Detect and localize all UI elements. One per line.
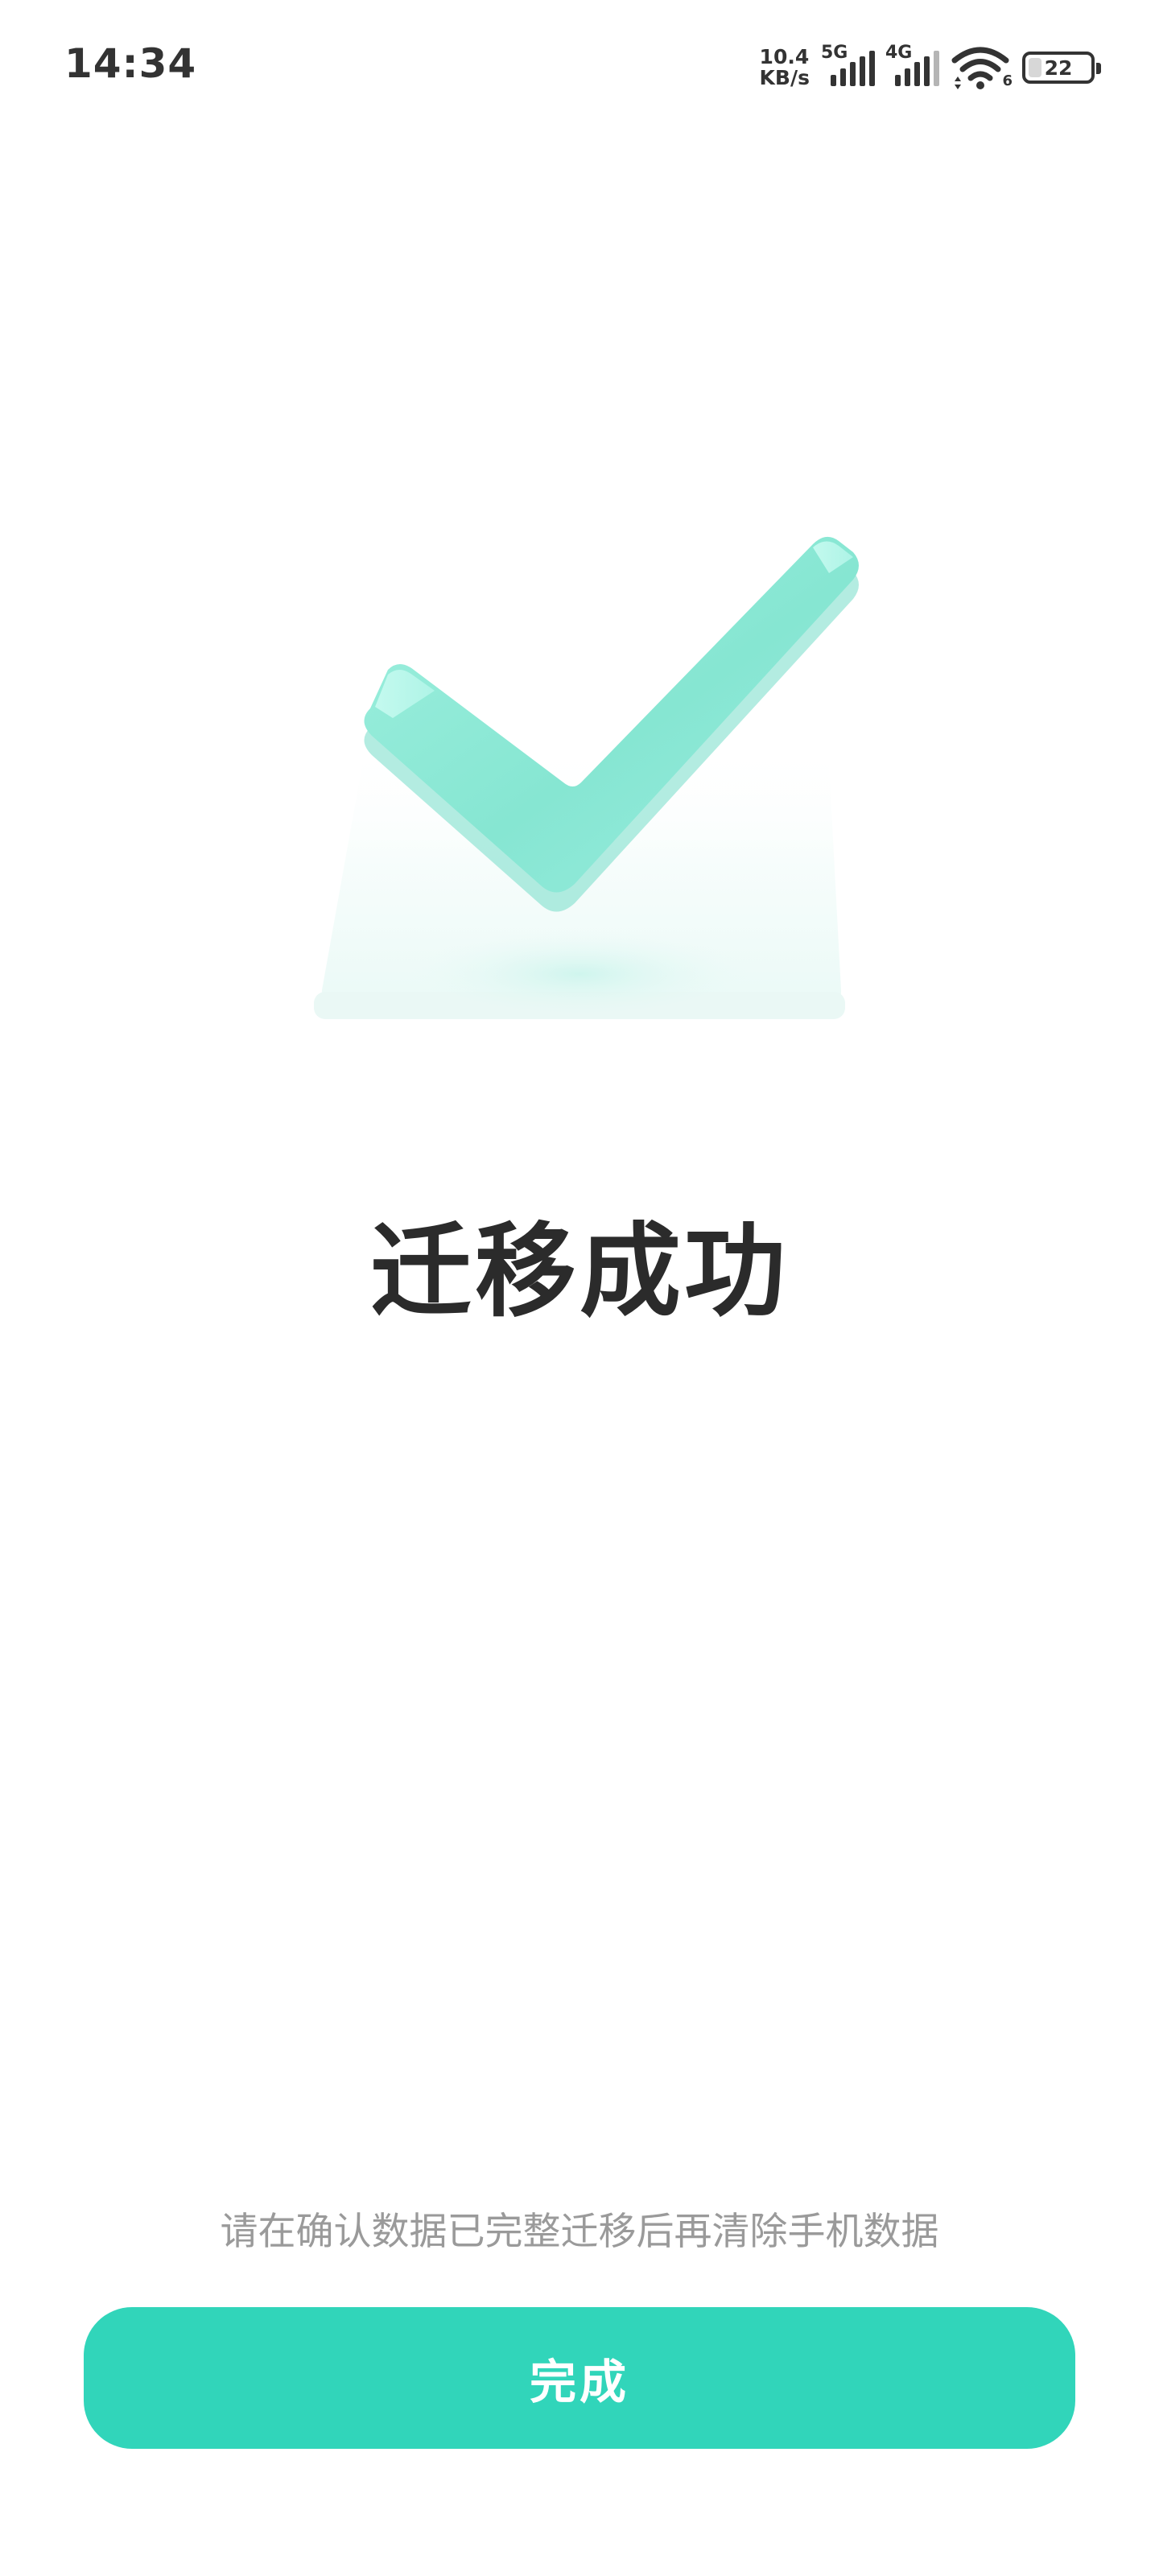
migration-success-screen: 14:34 10.4 KB/s 5G 4G 6 22 迁移成功 请在确认数据已完… — [0, 0, 1159, 2576]
hint-text: 请在确认数据已完整迁移后再清除手机数据 — [220, 2210, 939, 2254]
page-title: 迁移成功 — [370, 1212, 789, 1331]
status-bar: 14:34 10.4 KB/s 5G 4G 6 22 — [0, 0, 1159, 137]
status-icons: 10.4 KB/s 5G 4G 6 22 — [760, 42, 1101, 93]
signal-bars-icon — [895, 51, 939, 86]
network-speed-value: 10.4 — [759, 45, 810, 68]
sim1-signal-icon: 5G — [821, 43, 877, 93]
status-time: 14:34 — [64, 40, 197, 87]
network-speed: 10.4 KB/s — [760, 47, 810, 89]
done-button[interactable]: 完成 — [84, 2307, 1075, 2449]
wifi-standard-label: 6 — [1002, 72, 1013, 89]
battery-level-text: 22 — [1044, 56, 1073, 80]
network-speed-unit: KB/s — [759, 66, 810, 89]
check-mark-success-icon — [314, 536, 859, 1019]
battery-level-fill — [1029, 58, 1041, 77]
sim2-signal-icon: 4G — [885, 43, 942, 93]
signal-bars-icon — [831, 51, 875, 86]
battery-icon: 22 — [1022, 52, 1101, 84]
wifi-icon: 6 — [950, 43, 1013, 93]
battery-cap — [1096, 63, 1101, 74]
